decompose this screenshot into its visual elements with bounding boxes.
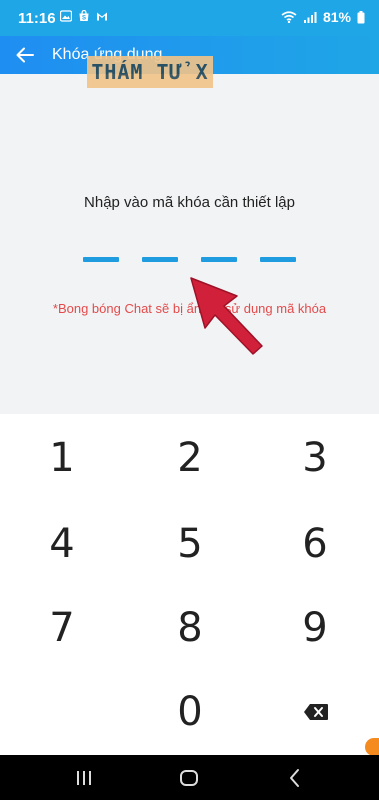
svg-text:S: S	[82, 16, 86, 22]
numeric-keypad: 1 2 3 4 5 6 7 8 9 0	[0, 414, 379, 755]
key-0[interactable]: 0	[145, 682, 235, 742]
back-nav-icon[interactable]	[284, 767, 306, 789]
pin-slot-3	[201, 257, 237, 262]
recent-apps-icon[interactable]	[73, 767, 95, 789]
status-bar: 11:16 S 81%	[0, 0, 379, 36]
watermark-text: THÁM TỬ X	[91, 60, 209, 84]
notification-icons: S	[60, 10, 108, 22]
key-5[interactable]: 5	[145, 514, 235, 574]
wifi-icon	[281, 11, 297, 23]
system-nav-bar	[0, 755, 379, 800]
floating-badge-icon[interactable]	[365, 738, 379, 756]
back-arrow-icon[interactable]	[14, 44, 36, 66]
pin-slot-2	[142, 257, 178, 262]
watermark-logo: THÁM TỬ X	[87, 56, 213, 88]
image-icon	[60, 10, 72, 22]
battery-level: 81%	[322, 9, 351, 25]
gmail-icon	[97, 12, 107, 21]
signal-icon	[303, 12, 317, 23]
shopee-icon: S	[79, 10, 89, 22]
pin-prompt: Nhập vào mã khóa cần thiết lập	[84, 194, 295, 211]
key-4[interactable]: 4	[17, 514, 107, 574]
key-8[interactable]: 8	[145, 598, 235, 658]
backspace-icon	[304, 704, 328, 720]
key-3[interactable]: 3	[270, 428, 360, 488]
key-2[interactable]: 2	[145, 428, 235, 488]
home-icon[interactable]	[178, 767, 200, 789]
status-time: 11:16	[18, 10, 56, 27]
pin-slot-1	[83, 257, 119, 262]
key-6[interactable]: 6	[270, 514, 360, 574]
backspace-button[interactable]	[296, 697, 336, 727]
pointer-arrow-icon	[190, 277, 263, 355]
key-1[interactable]: 1	[17, 428, 107, 488]
status-right: 81%	[281, 9, 365, 25]
key-7[interactable]: 7	[17, 598, 107, 658]
battery-icon	[357, 10, 365, 23]
key-9[interactable]: 9	[270, 598, 360, 658]
pin-slot-4	[260, 257, 296, 262]
